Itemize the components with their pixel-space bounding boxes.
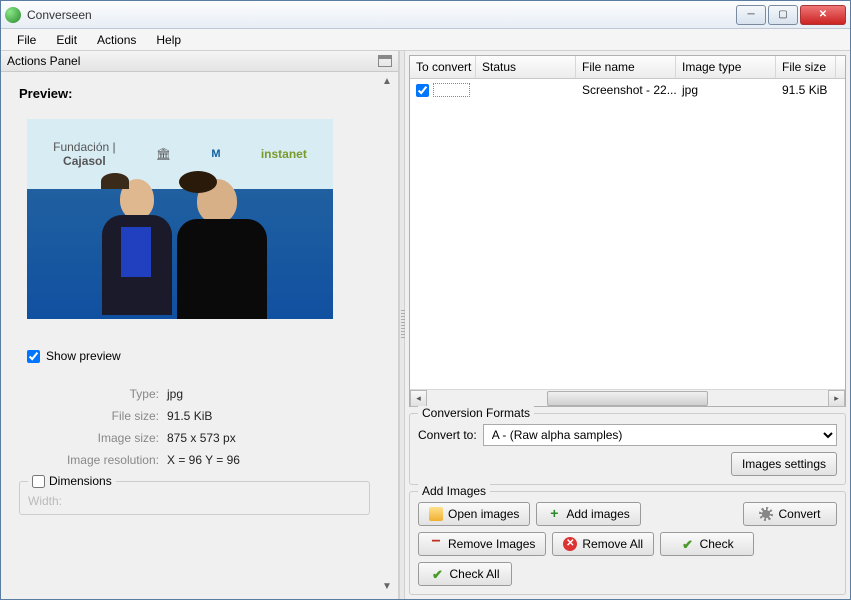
folder-icon [429, 507, 443, 521]
preview-title: Preview: [19, 86, 374, 101]
splitter-handle[interactable] [399, 51, 405, 599]
menu-file[interactable]: File [7, 31, 46, 49]
meta-type-val: jpg [167, 387, 183, 401]
check-all-button[interactable]: ✔Check All [418, 562, 512, 586]
menu-actions[interactable]: Actions [87, 31, 146, 49]
conversion-legend: Conversion Formats [418, 406, 534, 420]
close-button[interactable]: ✕ [800, 5, 846, 25]
convert-button[interactable]: Convert [743, 502, 837, 526]
minimize-button[interactable]: ─ [736, 5, 766, 25]
actions-panel-body: ▲ Preview: Fundación | Cajasol 🏛 M insta… [1, 72, 398, 599]
row-size: 91.5 KiB [776, 79, 836, 101]
conversion-formats-group: Conversion Formats Convert to: A - (Raw … [409, 413, 846, 485]
add-images-legend: Add Images [418, 484, 490, 498]
scroll-up-icon[interactable]: ▲ [380, 76, 394, 90]
menu-edit[interactable]: Edit [46, 31, 87, 49]
window-title: Converseen [27, 8, 734, 22]
row-type: jpg [676, 79, 776, 101]
images-settings-button[interactable]: Images settings [731, 452, 837, 476]
table-row[interactable]: Screenshot - 22... jpg 91.5 KiB [410, 79, 845, 101]
width-label: Width: [28, 488, 361, 508]
check-icon: ✔ [430, 567, 444, 581]
app-icon [5, 7, 21, 23]
meta-size-val: 91.5 KiB [167, 409, 212, 423]
app-window: Converseen ─ ▢ ✕ File Edit Actions Help … [0, 0, 851, 600]
actions-panel-title: Actions Panel [7, 54, 80, 68]
col-status[interactable]: Status [476, 56, 576, 78]
horizontal-scrollbar[interactable]: ◂ ▸ [410, 389, 845, 406]
gear-icon [759, 507, 773, 521]
show-preview-label: Show preview [46, 349, 121, 363]
check-button[interactable]: ✔Check [660, 532, 754, 556]
dimensions-checkbox[interactable] [32, 475, 45, 488]
open-images-button[interactable]: Open images [418, 502, 530, 526]
menu-help[interactable]: Help [146, 31, 191, 49]
scroll-down-icon[interactable]: ▼ [380, 581, 394, 595]
meta-type-label: Type: [27, 387, 167, 401]
remove-all-button[interactable]: ✕Remove All [552, 532, 654, 556]
maximize-button[interactable]: ▢ [768, 5, 798, 25]
remove-images-button[interactable]: −Remove Images [418, 532, 546, 556]
plus-icon: + [547, 507, 561, 521]
meta-size-label: File size: [27, 409, 167, 423]
dimensions-label: Dimensions [49, 474, 112, 488]
undock-icon[interactable] [378, 55, 392, 67]
col-convert[interactable]: To convert [410, 56, 476, 78]
row-status [476, 79, 576, 101]
preview-image: Fundación | Cajasol 🏛 M instanet [27, 119, 333, 319]
convert-to-select[interactable]: A - (Raw alpha samples) [483, 424, 837, 446]
row-filename: Screenshot - 22... [576, 79, 676, 101]
convert-to-label: Convert to: [418, 428, 477, 442]
col-type[interactable]: Image type [676, 56, 776, 78]
actions-panel-header[interactable]: Actions Panel [1, 51, 398, 72]
scroll-left-icon[interactable]: ◂ [410, 390, 427, 407]
preview-meta: Type:jpg File size:91.5 KiB Image size:8… [27, 387, 374, 467]
add-images-group: Add Images Open images +Add images Conve… [409, 491, 846, 595]
scroll-thumb[interactable] [547, 391, 707, 406]
add-images-button[interactable]: +Add images [536, 502, 640, 526]
meta-imgsize-val: 875 x 573 px [167, 431, 236, 445]
menubar: File Edit Actions Help [1, 29, 850, 51]
meta-res-val: X = 96 Y = 96 [167, 453, 240, 467]
col-size[interactable]: File size [776, 56, 836, 78]
check-icon: ✔ [681, 537, 695, 551]
x-icon: ✕ [563, 537, 577, 551]
scroll-right-icon[interactable]: ▸ [828, 390, 845, 407]
show-preview-checkbox[interactable] [27, 350, 40, 363]
minus-icon: − [429, 537, 443, 551]
file-table: To convert Status File name Image type F… [409, 55, 846, 407]
row-checkbox[interactable] [416, 84, 429, 97]
meta-res-label: Image resolution: [27, 453, 167, 467]
main-area: To convert Status File name Image type F… [405, 51, 850, 599]
meta-imgsize-label: Image size: [27, 431, 167, 445]
actions-panel: Actions Panel ▲ Preview: Fundación | Caj… [1, 51, 399, 599]
dimensions-group: Dimensions Width: [19, 481, 370, 515]
titlebar[interactable]: Converseen ─ ▢ ✕ [1, 1, 850, 29]
row-focus-box [433, 83, 470, 97]
col-filename[interactable]: File name [576, 56, 676, 78]
